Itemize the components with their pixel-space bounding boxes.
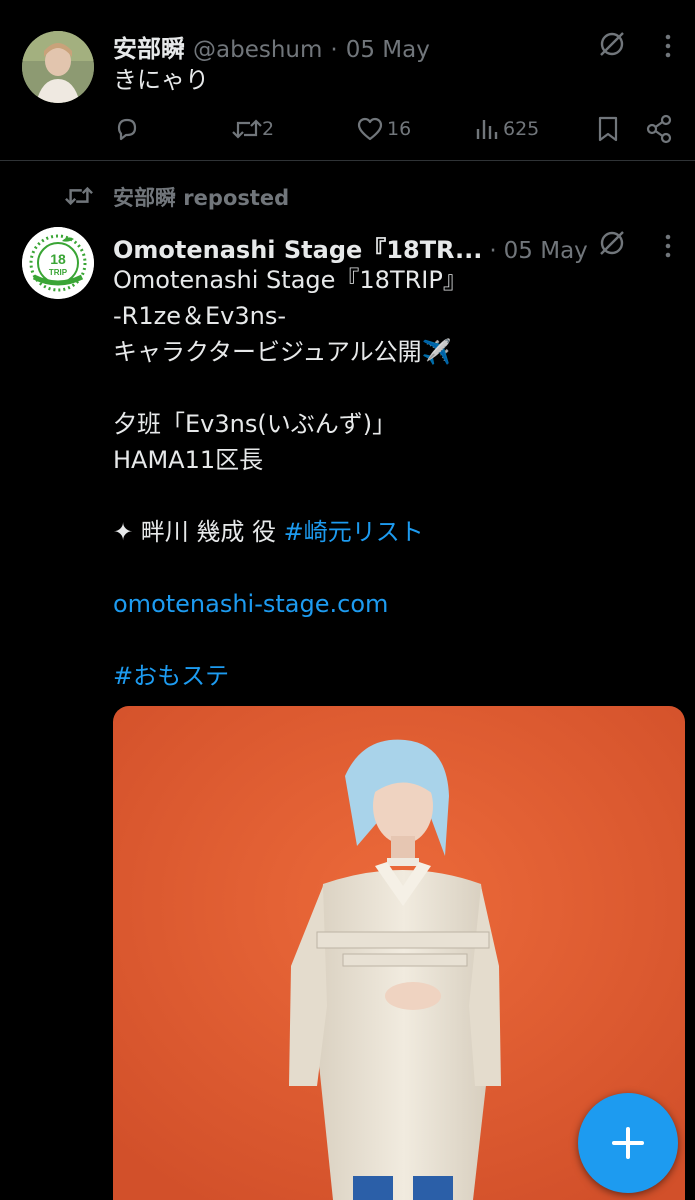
post-date[interactable]: 05 May — [346, 37, 430, 63]
like-count: 16 — [387, 118, 412, 140]
views-count: 625 — [503, 118, 540, 140]
website-link[interactable]: omotenashi-stage.com — [113, 586, 673, 622]
body-line: 夕班「Ev3ns(いぶんず)」 — [113, 410, 397, 438]
separator-dot: · — [489, 238, 497, 264]
bookmark-icon — [598, 116, 618, 142]
plus-icon — [612, 1127, 644, 1159]
avatar-photo — [22, 31, 94, 103]
grok-icon[interactable] — [597, 228, 627, 258]
more-options-icon[interactable] — [661, 232, 675, 260]
post-2-header: Omotenashi Stage『18TR... · 05 May — [113, 230, 588, 265]
author-handle[interactable]: @abeshum — [193, 37, 322, 63]
post-1-header: 安部瞬 @abeshum · 05 May — [113, 29, 430, 64]
avatar-logo: 18 TRIP — [22, 227, 94, 299]
body-line: Omotenashi Stage『18TRIP』 — [113, 266, 467, 294]
reply-button[interactable] — [113, 115, 141, 143]
avatar-abeshum[interactable] — [22, 31, 94, 103]
bookmark-button[interactable] — [596, 115, 620, 143]
compose-button[interactable] — [578, 1093, 678, 1193]
post-date[interactable]: 05 May — [504, 238, 588, 264]
role-line: ✦ 畔川 幾成 役 #崎元リスト — [113, 514, 673, 550]
hashtag-link[interactable]: #崎元リスト — [284, 518, 424, 546]
hashtag-link[interactable]: #おもステ — [113, 658, 673, 694]
author-name[interactable]: 安部瞬 — [113, 29, 185, 64]
reply-icon — [117, 118, 137, 141]
post-body: Omotenashi Stage『18TRIP』 -R1ze＆Ev3ns- キャ… — [113, 262, 673, 694]
repost-icon — [232, 119, 262, 139]
body-line: HAMA11区長 — [113, 446, 264, 474]
author-name[interactable]: Omotenashi Stage『18TR... — [113, 230, 482, 265]
avatar-18trip[interactable]: 18 TRIP — [22, 227, 94, 299]
repost-indicator-icon — [63, 182, 95, 210]
views-icon — [476, 120, 498, 139]
repost-label[interactable]: 安部瞬 reposted — [113, 182, 289, 212]
more-options-icon[interactable] — [661, 32, 675, 60]
svg-text:TRIP: TRIP — [49, 268, 68, 277]
body-line: キャラクタービジュアル公開✈️ — [113, 334, 673, 370]
body-line: -R1ze＆Ev3ns- — [113, 302, 286, 330]
share-button[interactable] — [645, 114, 673, 144]
role-text: ✦ 畔川 幾成 役 — [113, 518, 284, 546]
like-button[interactable] — [356, 116, 384, 142]
repost-button[interactable] — [230, 114, 264, 144]
airplane-emoji: ✈️ — [421, 338, 452, 366]
post-divider — [0, 160, 695, 161]
heart-icon — [357, 117, 383, 141]
separator-dot: · — [330, 37, 338, 63]
share-icon — [646, 114, 672, 144]
views-button[interactable] — [474, 116, 500, 142]
grok-icon[interactable] — [597, 29, 627, 59]
body-line-text: キャラクタービジュアル公開 — [113, 338, 422, 366]
post-text: きにゃり — [113, 66, 209, 94]
svg-text:18: 18 — [50, 251, 66, 267]
repost-count: 2 — [262, 118, 275, 140]
